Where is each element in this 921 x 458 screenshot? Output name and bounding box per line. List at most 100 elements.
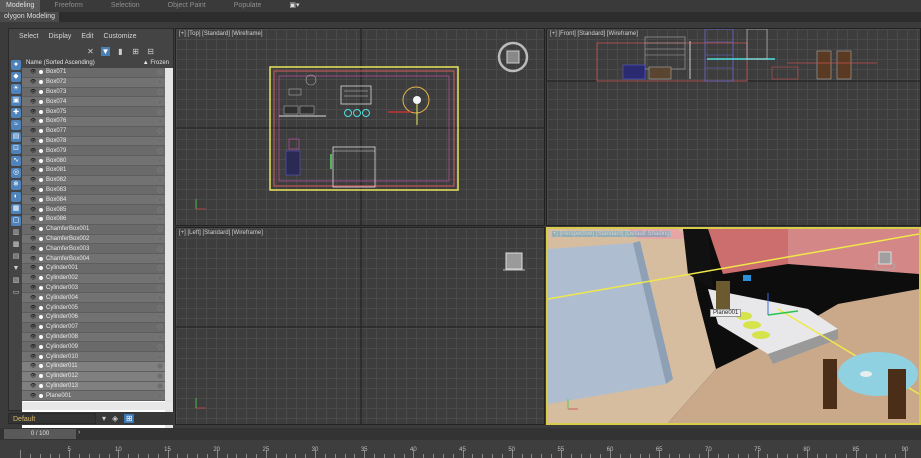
freeze-toggle-icon[interactable] [157, 363, 163, 370]
object-render-icon[interactable] [39, 80, 43, 85]
visibility-eye-icon[interactable]: 👁 [30, 128, 39, 134]
object-render-icon[interactable] [39, 276, 43, 281]
menu-customize[interactable]: Customize [103, 33, 136, 40]
bone-filter-icon[interactable]: ∿ [11, 156, 21, 166]
freeze-toggle-icon[interactable] [157, 284, 163, 291]
visibility-eye-icon[interactable]: 👁 [30, 393, 39, 399]
object-render-icon[interactable] [39, 344, 43, 349]
visibility-eye-icon[interactable]: 👁 [30, 305, 39, 311]
visibility-eye-icon[interactable]: 👁 [30, 285, 39, 291]
list-item[interactable]: 👁 Box073 [22, 87, 173, 98]
visibility-eye-icon[interactable]: 👁 [30, 256, 39, 262]
object-render-icon[interactable] [39, 197, 43, 202]
visibility-eye-icon[interactable]: 👁 [30, 158, 39, 164]
freeze-toggle-icon[interactable] [157, 333, 163, 340]
freeze-toggle-icon[interactable] [157, 147, 163, 154]
object-render-icon[interactable] [39, 138, 43, 143]
viewport-label-left[interactable]: [+] [Left] [Standard] [Wireframe] [179, 230, 263, 236]
object-render-icon[interactable] [39, 305, 43, 310]
list-item[interactable]: 👁 ChamferBox004 [22, 254, 173, 264]
freeze-toggle-icon[interactable] [157, 392, 163, 399]
list-item[interactable]: 👁 Cylinder001 [22, 263, 173, 274]
list-item[interactable]: 👁 ChamferBox002 [22, 234, 173, 245]
freeze-toggle-icon[interactable] [157, 324, 163, 331]
freeze-toggle-icon[interactable] [157, 255, 163, 262]
object-render-icon[interactable] [39, 295, 43, 300]
tab-object-paint[interactable]: Object Paint [154, 0, 220, 12]
object-render-icon[interactable] [39, 178, 43, 183]
freeze-toggle-icon[interactable] [157, 128, 163, 135]
list-item[interactable]: 👁 Cylinder003 [22, 283, 173, 294]
visibility-eye-icon[interactable]: 👁 [30, 79, 39, 85]
visibility-eye-icon[interactable]: 👁 [30, 383, 39, 389]
object-render-icon[interactable] [39, 246, 43, 251]
freeze-toggle-icon[interactable] [157, 373, 163, 380]
freeze-toggle-icon[interactable] [157, 226, 163, 233]
freeze-toggle-icon[interactable] [157, 88, 163, 95]
freeze-toggle-icon[interactable] [157, 137, 163, 144]
list-icon[interactable]: ▤ [11, 252, 21, 262]
object-render-icon[interactable] [39, 187, 43, 192]
visibility-eye-icon[interactable]: 👁 [30, 265, 39, 271]
freeze-toggle-icon[interactable] [157, 265, 163, 272]
invert-filter-icon[interactable]: ▥ [11, 228, 21, 238]
list-item[interactable]: 👁 Box083 [22, 185, 173, 196]
freeze-toggle-icon[interactable] [157, 304, 163, 311]
list-item[interactable]: 👁 Box085 [22, 205, 173, 215]
freeze-toggle-icon[interactable] [157, 343, 163, 350]
horizontal-scrollbar[interactable] [22, 402, 173, 410]
shape-filter-icon[interactable]: ◆ [11, 72, 21, 82]
comment-icon[interactable]: ▭ [11, 288, 21, 298]
list-item[interactable]: 👁 Box080 [22, 156, 173, 166]
freeze-toggle-icon[interactable] [157, 294, 163, 301]
list-item[interactable]: 👁 Box084 [22, 195, 173, 206]
freeze-toggle-icon[interactable] [157, 216, 163, 223]
object-render-icon[interactable] [39, 217, 43, 222]
object-render-icon[interactable] [39, 236, 43, 241]
list-item[interactable]: 👁 Box075 [22, 107, 173, 117]
list-item[interactable]: 👁 Cylinder010 [22, 352, 173, 362]
visibility-eye-icon[interactable]: 👁 [30, 109, 39, 115]
visibility-eye-icon[interactable]: 👁 [30, 99, 39, 105]
freeze-toggle-icon[interactable] [157, 108, 163, 115]
tab-freeform[interactable]: Freeform [40, 0, 96, 12]
geometry-filter-icon[interactable]: ● [11, 60, 21, 70]
freeze-toggle-icon[interactable] [157, 245, 163, 252]
time-slider[interactable]: 0 / 100 › [0, 428, 921, 440]
visibility-eye-icon[interactable]: 👁 [30, 295, 39, 301]
find-icon[interactable]: ▩ [11, 240, 21, 250]
xref-filter-icon[interactable]: ⊡ [11, 144, 21, 154]
freeze-toggle-icon[interactable] [157, 167, 163, 174]
freeze-toggle-icon[interactable] [157, 69, 163, 76]
list-item[interactable]: 👁 Box076 [22, 116, 173, 127]
object-render-icon[interactable] [39, 393, 43, 398]
object-render-icon[interactable] [39, 374, 43, 379]
freeze-toggle-icon[interactable] [157, 382, 163, 389]
visibility-eye-icon[interactable]: 👁 [30, 197, 39, 203]
hierarchy-mode-icon[interactable]: ⊞ [124, 414, 135, 423]
visibility-eye-icon[interactable]: 👁 [30, 354, 39, 360]
chevron-right-icon[interactable]: › [78, 429, 80, 436]
object-render-icon[interactable] [39, 158, 43, 163]
viewport-label-perspective[interactable]: [+] [Perspective] [Standard] [Default Sh… [551, 231, 672, 237]
tab-modeling[interactable]: Modeling [0, 0, 41, 12]
vertical-scrollbar[interactable] [165, 68, 173, 430]
layers-icon[interactable]: ⊟ [146, 47, 155, 56]
freeze-toggle-icon[interactable] [157, 186, 163, 193]
chevron-down-icon[interactable]: ▾ [102, 414, 106, 423]
list-item[interactable]: 👁 Cylinder007 [22, 322, 173, 333]
menu-select[interactable]: Select [19, 33, 38, 40]
column-name[interactable]: Name (Sorted Ascending) [26, 60, 95, 68]
visibility-eye-icon[interactable]: 👁 [30, 226, 39, 232]
viewcube-left-icon[interactable] [503, 250, 525, 272]
freeze-toggle-icon[interactable] [157, 118, 163, 125]
freeze-toggle-icon[interactable] [157, 275, 163, 282]
object-render-icon[interactable] [39, 266, 43, 271]
list-item[interactable]: 👁 Box074 [22, 97, 173, 108]
object-render-icon[interactable] [39, 334, 43, 339]
object-render-icon[interactable] [39, 315, 43, 320]
camera-icon[interactable]: ▣▾ [275, 0, 313, 12]
group-filter-icon[interactable]: ▤ [11, 132, 21, 142]
visibility-eye-icon[interactable]: 👁 [30, 118, 39, 124]
hidden-filter-icon[interactable]: ◐ [11, 192, 21, 202]
